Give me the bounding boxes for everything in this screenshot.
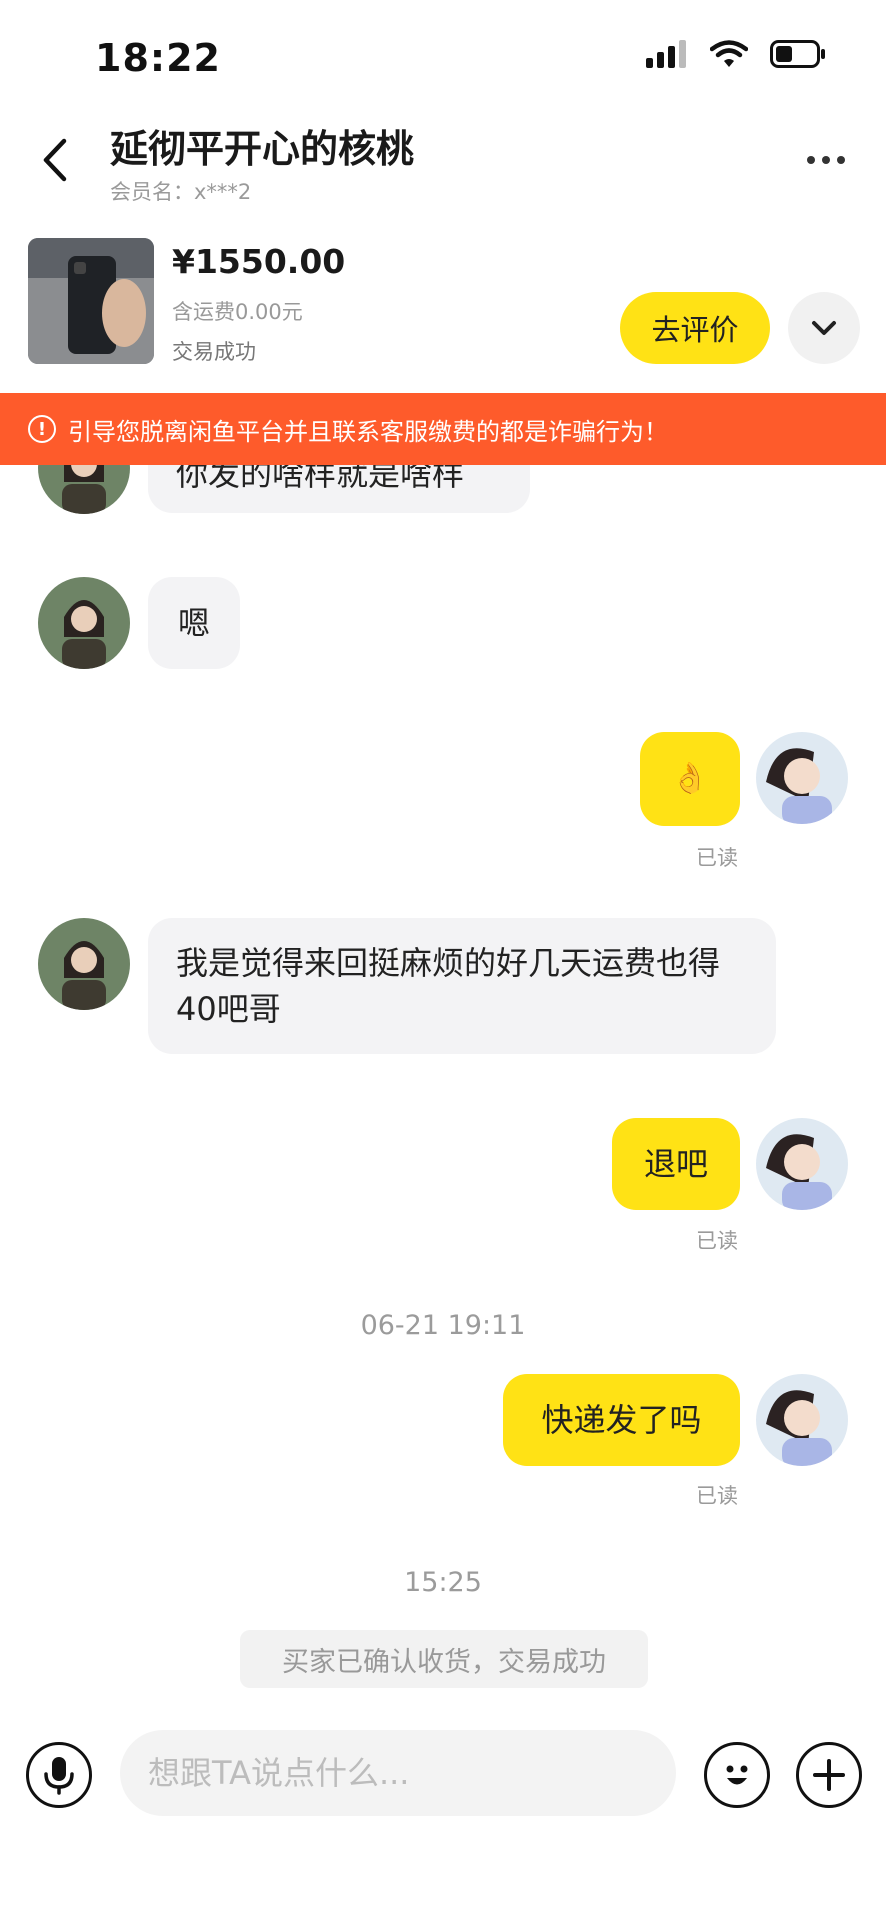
status-icons — [646, 40, 826, 68]
expand-button[interactable] — [788, 292, 860, 364]
my-avatar[interactable] — [756, 1374, 848, 1466]
read-status: 已读 — [696, 846, 738, 870]
seller-avatar[interactable] — [38, 918, 130, 1010]
phone-photo-icon — [28, 238, 154, 364]
message-timestamp: 06-21 19:11 — [360, 1310, 526, 1341]
more-actions-button[interactable] — [796, 1742, 862, 1808]
message-bubble[interactable]: 快递发了吗 — [503, 1374, 740, 1466]
plus-icon — [813, 1759, 845, 1791]
system-message: 买家已确认收货，交易成功 — [240, 1630, 648, 1688]
shipping-fee: 含运费0.00元 — [172, 300, 303, 324]
warning-text: 引导您脱离闲鱼平台并且联系客服缴费的都是诈骗行为！ — [68, 417, 668, 446]
back-button[interactable] — [30, 130, 80, 190]
message-input[interactable] — [120, 1730, 676, 1816]
voice-button[interactable] — [26, 1742, 92, 1808]
battery-icon — [770, 40, 825, 68]
avatar-girl-icon — [38, 577, 130, 669]
my-avatar[interactable] — [756, 1118, 848, 1210]
message-bubble[interactable]: 我是觉得来回挺麻烦的好几天运费也得40吧哥 — [148, 918, 776, 1054]
product-thumbnail[interactable] — [28, 238, 154, 364]
dot-icon — [837, 156, 845, 164]
chevron-down-icon — [812, 321, 836, 335]
dot-icon — [822, 156, 830, 164]
message-bubble[interactable]: 退吧 — [612, 1118, 740, 1210]
message-text: 嗯 — [177, 603, 210, 642]
message-bubble[interactable]: 嗯 — [148, 577, 240, 669]
header-edge — [0, 380, 886, 393]
seller-avatar[interactable] — [38, 577, 130, 669]
my-avatar[interactable] — [756, 732, 848, 824]
message-text: 我是觉得来回挺麻烦的好几天运费也得40吧哥 — [176, 943, 721, 1028]
read-status: 已读 — [696, 1229, 738, 1253]
message-text: 👌 — [671, 761, 709, 797]
message-bubble[interactable]: 👌 — [640, 732, 740, 826]
avatar-girl-icon — [38, 918, 130, 1010]
avatar-girl-icon — [756, 1118, 848, 1210]
microphone-icon — [44, 1757, 74, 1795]
wifi-icon — [710, 40, 748, 67]
emoji-button[interactable] — [704, 1742, 770, 1808]
message-text: 快递发了吗 — [541, 1400, 702, 1439]
read-status: 已读 — [696, 1484, 738, 1508]
smiley-icon — [726, 1765, 748, 1785]
member-name: 会员名：x***2 — [110, 180, 252, 204]
chevron-left-icon — [43, 138, 67, 182]
status-time: 18:22 — [95, 36, 221, 80]
message-timestamp: 15:25 — [404, 1567, 482, 1598]
signal-icon — [646, 40, 686, 68]
dot-icon — [807, 156, 815, 164]
chat-title: 延彻平开心的核桃 — [110, 127, 415, 171]
review-button[interactable]: 去评价 — [620, 292, 770, 364]
avatar-girl-icon — [756, 1374, 848, 1466]
avatar-girl-icon — [756, 732, 848, 824]
alert-icon: ! — [28, 415, 56, 443]
message-text: 退吧 — [643, 1144, 708, 1183]
fraud-warning-banner-overlay: ! 引导您脱离闲鱼平台并且联系客服缴费的都是诈骗行为！ — [0, 393, 886, 465]
trade-status: 交易成功 — [172, 340, 256, 364]
more-options-button[interactable] — [796, 140, 856, 180]
product-price: ¥1550.00 — [172, 242, 346, 281]
